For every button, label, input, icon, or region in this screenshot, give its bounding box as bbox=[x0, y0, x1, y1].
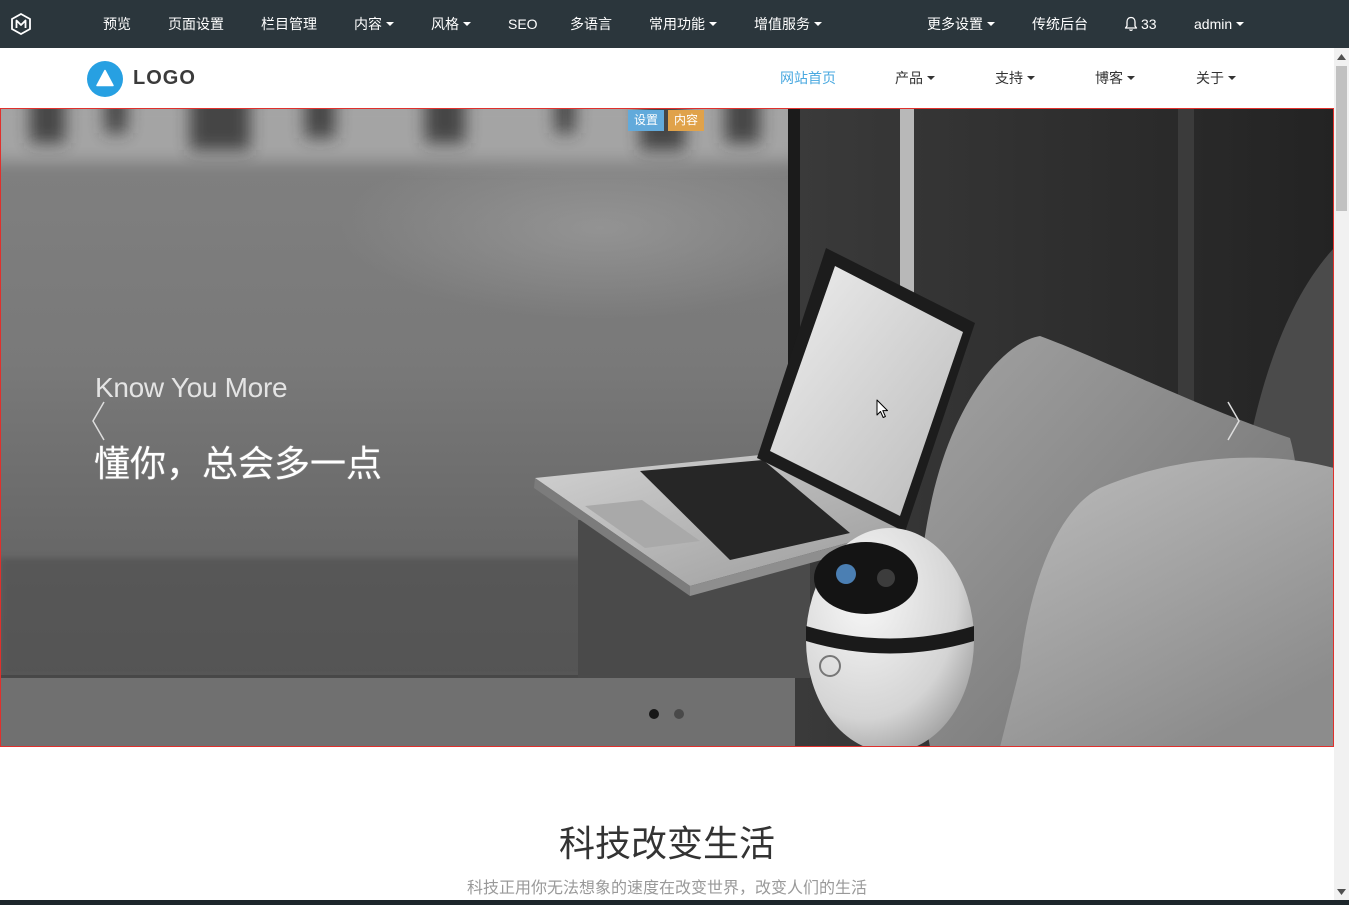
nav-item-blog-label: 博客 bbox=[1095, 70, 1123, 86]
adminbar-page-settings-label: 页面设置 bbox=[168, 16, 224, 32]
adminbar-user-menu[interactable]: admin bbox=[1194, 0, 1245, 48]
adminbar-multilanguage-label: 多语言 bbox=[570, 16, 612, 32]
adminbar-multilanguage[interactable]: 多语言 bbox=[570, 0, 612, 48]
site-logo-text[interactable]: LOGO bbox=[133, 48, 196, 108]
nav-item-about-label: 关于 bbox=[1196, 70, 1224, 86]
caret-down-icon bbox=[814, 22, 822, 27]
nav-item-products-label: 产品 bbox=[895, 70, 923, 86]
caret-down-icon bbox=[709, 22, 717, 27]
caret-down-icon bbox=[1236, 22, 1245, 27]
adminbar-column-management[interactable]: 栏目管理 bbox=[261, 0, 317, 48]
nav-item-support[interactable]: 支持 bbox=[995, 48, 1035, 108]
carousel-dot-1[interactable] bbox=[649, 709, 659, 719]
carousel-dot-2[interactable] bbox=[674, 709, 684, 719]
scrollbar-thumb[interactable] bbox=[1336, 66, 1347, 211]
scroll-up-arrow-icon[interactable] bbox=[1337, 54, 1346, 60]
carousel-prev-button[interactable] bbox=[88, 398, 108, 444]
nav-item-blog[interactable]: 博客 bbox=[1095, 48, 1135, 108]
nav-item-home-label: 网站首页 bbox=[780, 70, 836, 86]
caret-down-icon bbox=[987, 22, 995, 27]
section-title: 科技改变生活 bbox=[558, 823, 775, 864]
nav-item-support-label: 支持 bbox=[995, 70, 1023, 86]
mouse-cursor-icon bbox=[876, 399, 888, 418]
slide-subtitle: 懂你，总会多一点 bbox=[94, 443, 383, 484]
adminbar-common-functions-label: 常用功能 bbox=[649, 16, 705, 32]
adminbar-content-label: 内容 bbox=[354, 16, 382, 32]
metinfo-logo-icon[interactable] bbox=[10, 13, 32, 35]
scroll-down-arrow-icon[interactable] bbox=[1337, 889, 1346, 895]
adminbar-common-functions-menu[interactable]: 常用功能 bbox=[649, 0, 717, 48]
slide-title: Know You More bbox=[95, 372, 288, 403]
nav-item-products[interactable]: 产品 bbox=[895, 48, 935, 108]
adminbar-more-settings-label: 更多设置 bbox=[927, 16, 983, 32]
nav-item-home[interactable]: 网站首页 bbox=[780, 48, 836, 108]
triangle-in-circle-icon[interactable] bbox=[87, 61, 123, 97]
site-header: LOGO 网站首页 产品 支持 博客 关于 bbox=[0, 48, 1334, 108]
notification-count: 33 bbox=[1141, 16, 1157, 32]
admin-toolbar: 预览 页面设置 栏目管理 内容 风格 SEO 多语言 常用功能 增值服务 更多设… bbox=[0, 0, 1349, 48]
adminbar-notifications[interactable]: 33 bbox=[1124, 0, 1157, 48]
adminbar-style-menu[interactable]: 风格 bbox=[431, 0, 471, 48]
bell-icon bbox=[1124, 16, 1138, 31]
adminbar-page-settings[interactable]: 页面设置 bbox=[168, 0, 224, 48]
adminbar-preview[interactable]: 预览 bbox=[103, 0, 131, 48]
adminbar-style-label: 风格 bbox=[431, 16, 459, 32]
adminbar-classic-backend[interactable]: 传统后台 bbox=[1032, 0, 1088, 48]
caret-down-icon bbox=[1127, 76, 1135, 81]
adminbar-seo-label: SEO bbox=[508, 16, 538, 32]
caret-down-icon bbox=[927, 76, 935, 81]
caret-down-icon bbox=[1228, 76, 1236, 81]
adminbar-seo[interactable]: SEO bbox=[508, 0, 538, 48]
banner-image bbox=[0, 108, 1334, 747]
page-scrollbar[interactable] bbox=[1334, 48, 1349, 900]
adminbar-column-management-label: 栏目管理 bbox=[261, 16, 317, 32]
adminbar-content-menu[interactable]: 内容 bbox=[354, 0, 394, 48]
chevron-left-icon bbox=[92, 401, 105, 441]
adminbar-value-added-services-menu[interactable]: 增值服务 bbox=[754, 0, 822, 48]
banner-carousel: 设置 内容 Know You More 懂你，总会多一点 bbox=[0, 108, 1334, 747]
nav-item-about[interactable]: 关于 bbox=[1196, 48, 1236, 108]
adminbar-value-added-services-label: 增值服务 bbox=[754, 16, 810, 32]
adminbar-more-settings-menu[interactable]: 更多设置 bbox=[927, 0, 995, 48]
section-subtitle: 科技正用你无法想象的速度在改变世界，改变人们的生活 bbox=[466, 880, 867, 897]
caret-down-icon bbox=[1027, 76, 1035, 81]
window-bottom-edge bbox=[0, 900, 1349, 905]
banner-settings-badge[interactable]: 设置 bbox=[628, 110, 664, 131]
adminbar-preview-label: 预览 bbox=[103, 16, 131, 32]
banner-content-badge[interactable]: 内容 bbox=[668, 110, 704, 131]
adminbar-classic-backend-label: 传统后台 bbox=[1032, 16, 1088, 32]
caret-down-icon bbox=[386, 22, 394, 27]
carousel-next-button[interactable] bbox=[1224, 398, 1244, 444]
adminbar-user-label: admin bbox=[1194, 16, 1233, 32]
chevron-right-icon bbox=[1227, 401, 1240, 441]
caret-down-icon bbox=[463, 22, 471, 27]
